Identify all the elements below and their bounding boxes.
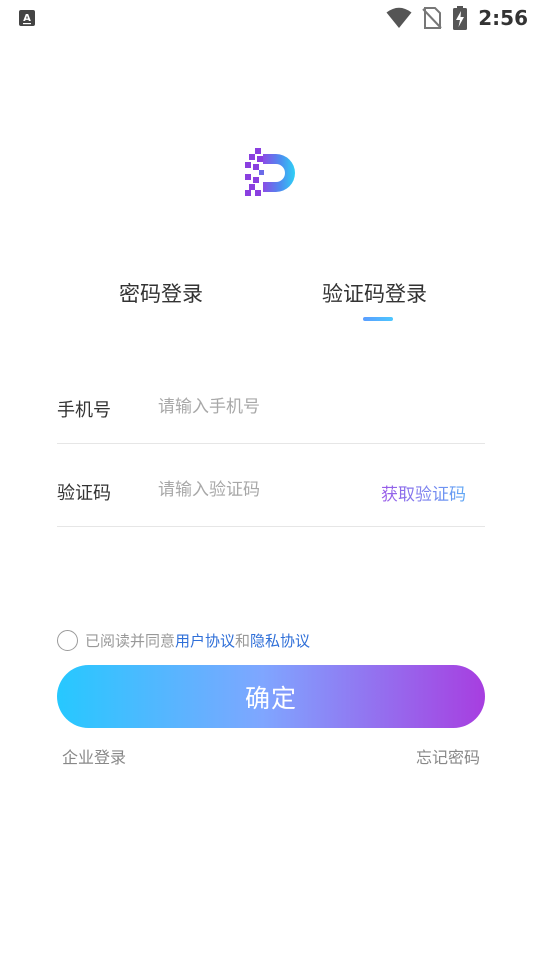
divider <box>57 443 485 444</box>
phone-label: 手机号 <box>57 400 111 421</box>
status-icons: 2:56 <box>386 4 528 32</box>
no-sim-icon <box>422 7 442 29</box>
privacy-agreement-link[interactable]: 隐私协议 <box>250 630 310 651</box>
status-bar: A 2:56 <box>0 0 540 36</box>
forgot-password-link[interactable]: 忘记密码 <box>416 744 480 768</box>
get-code-button[interactable]: 获取验证码 <box>381 480 466 505</box>
active-tab-indicator <box>363 317 393 321</box>
agreement-prefix: 已阅读并同意 <box>85 631 176 650</box>
svg-text:A: A <box>23 13 31 24</box>
battery-charging-icon <box>453 6 468 30</box>
status-time: 2:56 <box>478 6 528 30</box>
enterprise-login-link[interactable]: 企业登录 <box>62 744 126 768</box>
divider <box>57 526 485 527</box>
keyboard-a-icon: A <box>19 10 35 26</box>
app-logo-d-icon <box>245 148 295 196</box>
agreement-checkbox[interactable] <box>57 629 78 651</box>
code-row: 验证码 获取验证码 <box>57 463 485 527</box>
tab-password-login[interactable]: 密码登录 <box>119 278 203 308</box>
agreement: 已阅读并同意 用户协议 和 隐私协议 <box>57 628 310 652</box>
phone-input[interactable] <box>158 390 358 424</box>
user-agreement-link[interactable]: 用户协议 <box>175 630 235 651</box>
phone-row: 手机号 <box>57 380 485 444</box>
agreement-and: 和 <box>235 631 251 650</box>
tab-code-login[interactable]: 验证码登录 <box>322 278 427 308</box>
code-label: 验证码 <box>57 483 111 504</box>
code-input[interactable] <box>158 473 358 507</box>
wifi-icon <box>386 7 412 28</box>
confirm-button[interactable]: 确定 <box>57 665 485 728</box>
